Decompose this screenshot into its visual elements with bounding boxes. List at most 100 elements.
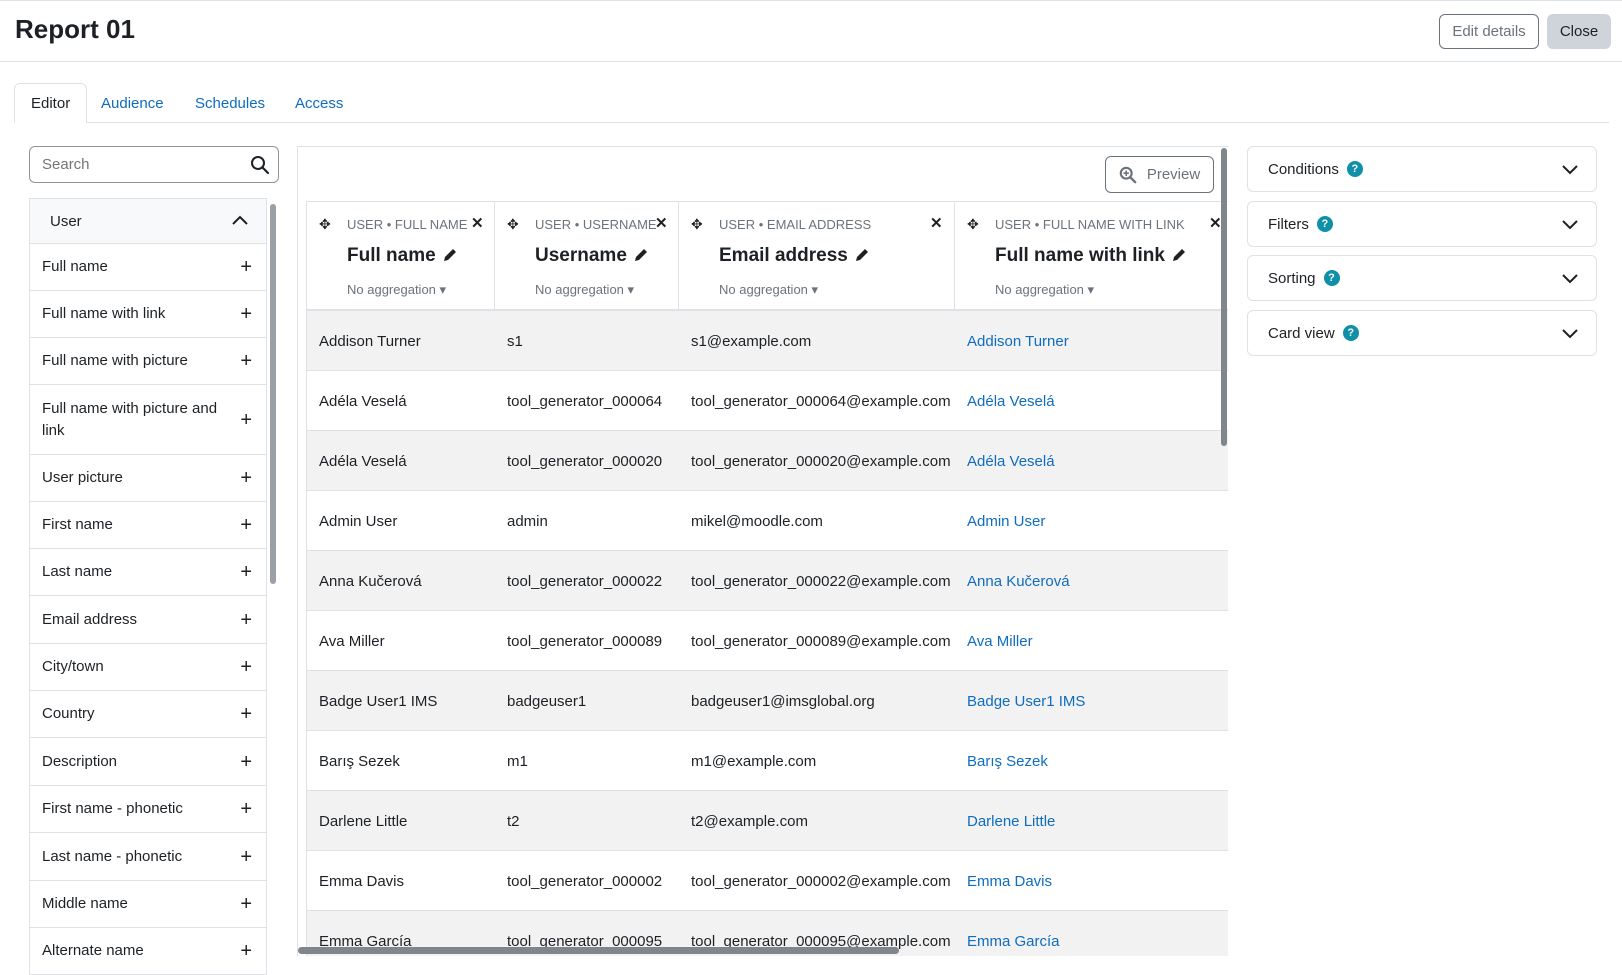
sidebar-item-label: Last name - phonetic xyxy=(42,847,183,865)
aggregation-select[interactable]: No aggregation ▾ xyxy=(719,282,818,298)
column-title[interactable]: Username xyxy=(535,245,649,267)
cell-full-name-link[interactable]: Emma García xyxy=(967,911,1060,956)
table-vertical-scrollbar[interactable] xyxy=(1221,148,1227,446)
cell-full-name-link[interactable]: Adéla Veselá xyxy=(967,371,1055,431)
sidebar-group-user[interactable]: User xyxy=(30,199,266,244)
cell-email: mikel@moodle.com xyxy=(691,512,823,530)
remove-column-icon[interactable]: ✕ xyxy=(1209,214,1222,232)
sidebar-item-full-name-with-link[interactable]: Full name with link + xyxy=(30,291,266,338)
cell-full-name: Adéla Veselá xyxy=(319,392,407,410)
cell-full-name-link[interactable]: Admin User xyxy=(967,491,1045,551)
remove-column-icon[interactable]: ✕ xyxy=(930,214,943,232)
cell-full-name: Badge User1 IMS xyxy=(319,692,438,710)
conditions-panel[interactable]: Conditions? xyxy=(1247,146,1597,192)
cell-email: t2@example.com xyxy=(691,812,808,830)
remove-column-icon[interactable]: ✕ xyxy=(655,214,668,232)
sidebar-item-user-picture[interactable]: User picture + xyxy=(30,455,266,502)
table-row: Addison Turner s1 s1@example.com Addison Tu… xyxy=(306,311,1228,371)
cell-username: tool_generator_000020 xyxy=(507,452,663,470)
cell-full-name-link[interactable]: Anna Kučerová xyxy=(967,551,1070,611)
filters-panel[interactable]: Filters? xyxy=(1247,201,1597,247)
sidebar-item-email-address[interactable]: Email address + xyxy=(30,596,266,644)
close-button[interactable]: Close xyxy=(1547,14,1611,49)
sidebar-item-description[interactable]: Description + xyxy=(30,738,266,786)
cell-full-name-link[interactable]: Barış Sezek xyxy=(967,731,1048,791)
chevron-down-icon xyxy=(1562,220,1578,230)
aggregation-select[interactable]: No aggregation ▾ xyxy=(535,282,634,298)
sidebar-item-last-name[interactable]: Last name + xyxy=(30,549,266,596)
sidebar-item-country[interactable]: Country + xyxy=(30,691,266,738)
move-icon[interactable]: ✥ xyxy=(507,216,519,233)
cell-username: m1 xyxy=(507,752,528,770)
search-icon[interactable] xyxy=(250,155,270,175)
pencil-icon[interactable] xyxy=(1171,247,1187,263)
tab-bar: Editor Audience Schedules Access xyxy=(14,83,1609,123)
plus-icon: + xyxy=(240,408,252,431)
cell-full-name: Barış Sezek xyxy=(319,752,400,770)
sidebar-item-full-name[interactable]: Full name + xyxy=(30,244,266,291)
column-title[interactable]: Full name xyxy=(347,245,458,267)
sidebar-item-label: Full name with picture xyxy=(42,352,188,369)
preview-button[interactable]: Preview xyxy=(1105,156,1214,193)
edit-details-button[interactable]: Edit details xyxy=(1439,14,1539,49)
tab-access[interactable]: Access xyxy=(279,83,359,123)
sidebar-item-label: Full name with link xyxy=(42,305,166,322)
column-header: ✥ USER • EMAIL ADDRESS ✕ Email address N… xyxy=(679,202,955,310)
help-icon[interactable]: ? xyxy=(1342,325,1359,341)
column-title[interactable]: Full name with link xyxy=(995,245,1187,267)
pencil-icon[interactable] xyxy=(633,247,649,263)
cell-email: badgeuser1@imsglobal.org xyxy=(691,692,875,710)
sidebar-item-label: Email address xyxy=(42,610,138,628)
sidebar-item-alternate-name[interactable]: Alternate name + xyxy=(30,928,266,975)
tab-schedules[interactable]: Schedules xyxy=(179,83,281,123)
sidebar-item-full-name-with-picture-and-link[interactable]: Full name with picture and link + xyxy=(30,385,266,455)
help-icon[interactable]: ? xyxy=(1316,216,1333,232)
tab-editor[interactable]: Editor xyxy=(14,83,88,123)
sidebar-item-full-name-with-picture[interactable]: Full name with picture + xyxy=(30,338,266,385)
help-icon[interactable]: ? xyxy=(1323,270,1340,286)
card-view-panel[interactable]: Card view? xyxy=(1247,310,1597,356)
cell-full-name-link[interactable]: Emma Davis xyxy=(967,851,1052,911)
move-icon[interactable]: ✥ xyxy=(319,216,331,233)
plus-icon: + xyxy=(240,656,252,678)
help-icon[interactable]: ? xyxy=(1346,161,1363,177)
sidebar-item-first-name-phonetic[interactable]: First name - phonetic + xyxy=(30,786,266,833)
table-header: ✥ USER • FULL NAME ✕ Full name No aggreg… xyxy=(306,201,1228,311)
sorting-label: Sorting xyxy=(1268,269,1316,287)
caret-down-icon: ▾ xyxy=(627,282,635,297)
aggregation-value: No aggregation xyxy=(995,282,1084,297)
pencil-icon[interactable] xyxy=(442,247,458,263)
aggregation-value: No aggregation xyxy=(347,282,436,297)
move-icon[interactable]: ✥ xyxy=(691,216,703,233)
cell-full-name-link[interactable]: Ava Miller xyxy=(967,611,1033,671)
move-icon[interactable]: ✥ xyxy=(967,216,979,233)
plus-icon: + xyxy=(240,940,252,962)
cell-full-name-link[interactable]: Adéla Veselá xyxy=(967,431,1055,491)
pencil-icon[interactable] xyxy=(854,247,870,263)
remove-column-icon[interactable]: ✕ xyxy=(471,214,484,232)
sidebar-item-first-name[interactable]: First name + xyxy=(30,502,266,549)
cell-full-name-link[interactable]: Addison Turner xyxy=(967,311,1069,371)
table-row: Ava Miller tool_generator_000089 tool_gene… xyxy=(306,611,1228,671)
chevron-down-icon xyxy=(1562,274,1578,284)
tab-audience[interactable]: Audience xyxy=(85,83,180,123)
column-title[interactable]: Email address xyxy=(719,245,870,267)
table-horizontal-scrollbar[interactable] xyxy=(298,947,899,954)
search-input[interactable] xyxy=(42,156,242,173)
aggregation-select[interactable]: No aggregation ▾ xyxy=(347,282,446,298)
sidebar-item-label: First name - phonetic xyxy=(42,800,183,817)
cell-full-name-link[interactable]: Badge User1 IMS xyxy=(967,671,1085,731)
cell-full-name: Addison Turner xyxy=(319,332,421,350)
preview-label: Preview xyxy=(1146,166,1201,183)
sidebar-item-middle-name[interactable]: Middle name + xyxy=(30,881,266,928)
cell-full-name: Admin User xyxy=(319,512,398,530)
sorting-panel[interactable]: Sorting? xyxy=(1247,255,1597,301)
sidebar-item-city-town[interactable]: City/town + xyxy=(30,644,266,691)
sidebar-item-last-name-phonetic[interactable]: Last name - phonetic + xyxy=(30,833,266,881)
cell-full-name-link[interactable]: Darlene Little xyxy=(967,791,1055,851)
sidebar-scrollbar[interactable] xyxy=(270,204,276,584)
column-header: ✥ USER • FULL NAME ✕ Full name No aggreg… xyxy=(307,202,495,310)
sidebar-item-label: Country xyxy=(42,705,95,722)
page-header: Report 01 Edit details Close xyxy=(0,1,1622,62)
aggregation-select[interactable]: No aggregation ▾ xyxy=(995,282,1094,298)
